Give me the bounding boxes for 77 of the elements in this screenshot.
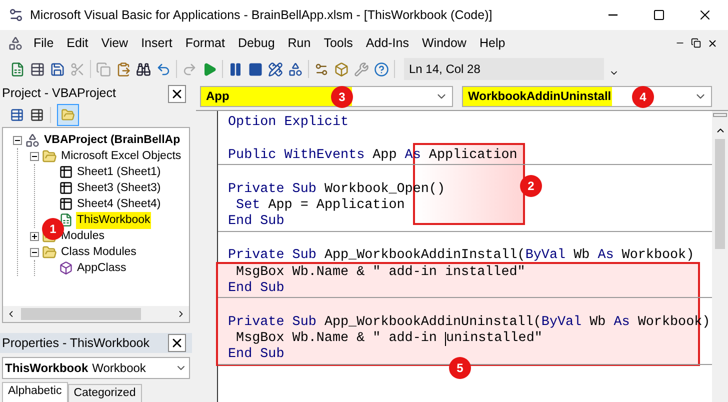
- help-icon[interactable]: [374, 62, 389, 76]
- sheet-icon: [59, 165, 73, 180]
- view-code-icon[interactable]: [10, 108, 24, 122]
- scrollbar-thumb[interactable]: [21, 308, 141, 320]
- undo-icon[interactable]: [156, 62, 171, 76]
- sheet-icon: [59, 197, 73, 212]
- close-button[interactable]: [168, 84, 186, 103]
- restore-icon[interactable]: [691, 38, 701, 48]
- folder-icon: [42, 148, 57, 164]
- object-type: Workbook: [92, 360, 147, 377]
- code-line: MsgBox Wb.Name & " add-in uninstalled": [235, 331, 542, 347]
- menu-item[interactable]: Debug: [231, 34, 282, 52]
- save-icon[interactable]: [50, 62, 65, 76]
- scrollbar-thumb[interactable]: [715, 139, 725, 249]
- project-explorer-icon[interactable]: [288, 62, 303, 76]
- folder-icon: [61, 108, 75, 122]
- object-browser-icon[interactable]: [334, 62, 349, 76]
- close-button[interactable]: [168, 334, 186, 352]
- workbook-icon: [59, 213, 73, 228]
- menu-item[interactable]: View: [94, 34, 135, 52]
- menu-item[interactable]: Add-Ins: [359, 34, 416, 52]
- menu-item[interactable]: Edit: [60, 34, 95, 52]
- menu-item[interactable]: File: [27, 34, 60, 52]
- object-name: ThisWorkbook: [5, 360, 88, 377]
- menu-item[interactable]: Format: [178, 34, 232, 52]
- collapse-toggle[interactable]: [13, 136, 22, 145]
- tree-item[interactable]: Sheet4 (Sheet4): [76, 196, 162, 213]
- folder-icon: [42, 244, 57, 260]
- toggle-folders-button[interactable]: [57, 104, 79, 126]
- panel-title: Properties - ThisWorkbook: [2, 334, 150, 352]
- tree-item[interactable]: Class Modules: [60, 244, 138, 261]
- tree-item[interactable]: Sheet3 (Sheet3): [76, 180, 162, 197]
- design-mode-icon[interactable]: [268, 62, 283, 76]
- code-line: Option Explicit: [228, 115, 349, 132]
- code-line: MsgBox Wb.Name & " add-in installed": [235, 264, 526, 281]
- stop-icon[interactable]: [248, 62, 263, 76]
- play-icon[interactable]: [202, 62, 217, 76]
- dropdown-value: App: [205, 88, 230, 105]
- menu-item[interactable]: Window: [416, 34, 473, 52]
- menu-item[interactable]: Insert: [134, 34, 179, 52]
- close-icon[interactable]: [707, 38, 718, 48]
- tree-item[interactable]: ThisWorkbook: [76, 212, 152, 229]
- status-display: Ln 14, Col 28: [404, 58, 604, 80]
- panel-title: Project - VBAProject: [2, 85, 116, 102]
- expand-toggle[interactable]: [30, 232, 39, 241]
- excel-icon[interactable]: [10, 62, 25, 76]
- tree-item[interactable]: VBAProject (BrainBellAp: [43, 132, 182, 149]
- class-module-icon: [59, 261, 73, 276]
- menu-item[interactable]: Run: [281, 34, 318, 52]
- view-object-icon[interactable]: [30, 108, 44, 122]
- properties-icon[interactable]: [314, 62, 329, 76]
- tab[interactable]: Categorized: [68, 384, 142, 402]
- menu-item[interactable]: Tools: [317, 34, 360, 52]
- tree-item[interactable]: AppClass: [76, 260, 128, 277]
- code-line: End Sub: [228, 214, 284, 231]
- tree-item[interactable]: Microsoft Excel Objects: [60, 148, 182, 165]
- project-icon: [25, 132, 40, 148]
- horizontal-scrollbar[interactable]: [3, 306, 189, 322]
- code-line: Private Sub App_WorkbookAddinInstall(ByVal Wb As Workbook): [228, 248, 694, 265]
- pause-icon[interactable]: [228, 62, 243, 76]
- insert-form-icon[interactable]: [30, 62, 45, 76]
- menu-item[interactable]: Help: [472, 34, 512, 52]
- vertical-scrollbar[interactable]: [712, 111, 728, 402]
- code-line: End Sub: [228, 280, 284, 298]
- collapse-toggle[interactable]: [30, 152, 39, 161]
- tree-item[interactable]: Sheet1 (Sheet1): [76, 164, 162, 181]
- collapse-toggle[interactable]: [30, 248, 39, 257]
- dropdown-value: WorkbookAddinUninstall: [467, 88, 612, 105]
- object-dropdown[interactable]: ThisWorkbook Workbook: [2, 357, 190, 379]
- tab[interactable]: Alphabetic: [2, 382, 68, 402]
- sheet-icon: [59, 181, 73, 196]
- paste-icon[interactable]: [116, 62, 131, 76]
- find-icon[interactable]: [136, 62, 151, 76]
- window-title: Microsoft Visual Basic for Applications - BrainBellApp.xlsm - [ThisWorkbook (Code)]: [30, 6, 494, 24]
- maximize-icon: [653, 9, 665, 21]
- code-line: Set App = Application: [235, 198, 405, 214]
- code-line: End Sub: [228, 347, 284, 364]
